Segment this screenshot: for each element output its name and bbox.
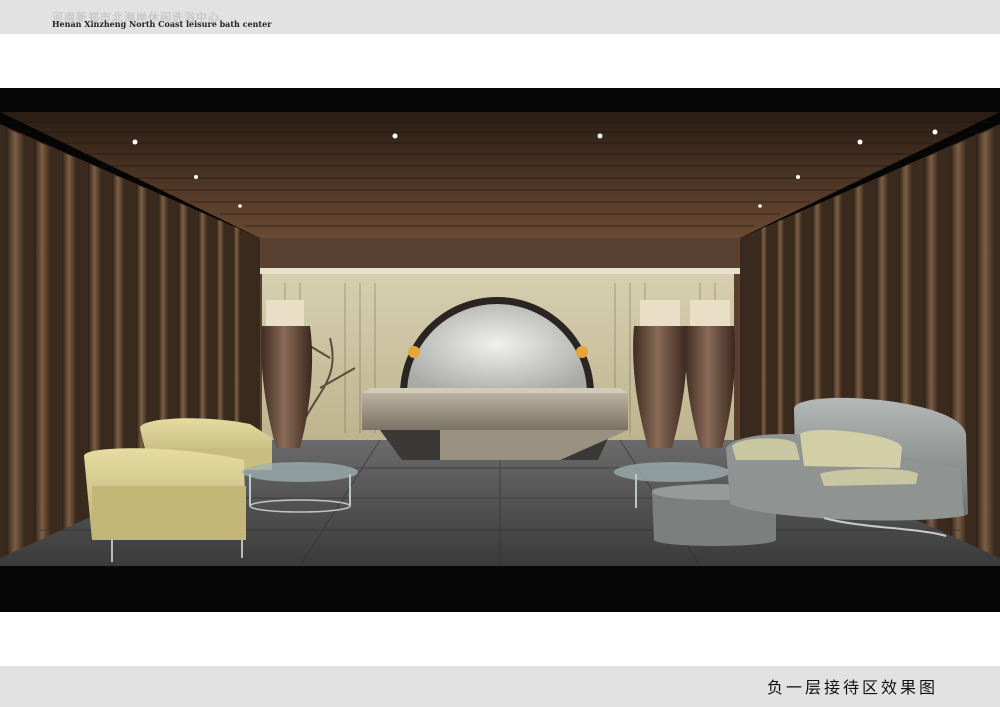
rendering-image — [0, 88, 1000, 612]
lantern-right — [576, 346, 588, 358]
reception-desk — [362, 388, 628, 460]
lantern-left — [408, 346, 420, 358]
header-title-en: Henan Xinzheng North Coast leisure bath … — [52, 19, 272, 29]
caption-band: 负一层接待区效果图 — [0, 666, 1000, 707]
light-shelf — [240, 268, 755, 274]
header-band: 河南新郑市北海岸休闲洗浴中心 Henan Xinzheng North Coas… — [0, 0, 1000, 34]
caption-text: 负一层接待区效果图 — [766, 678, 938, 697]
